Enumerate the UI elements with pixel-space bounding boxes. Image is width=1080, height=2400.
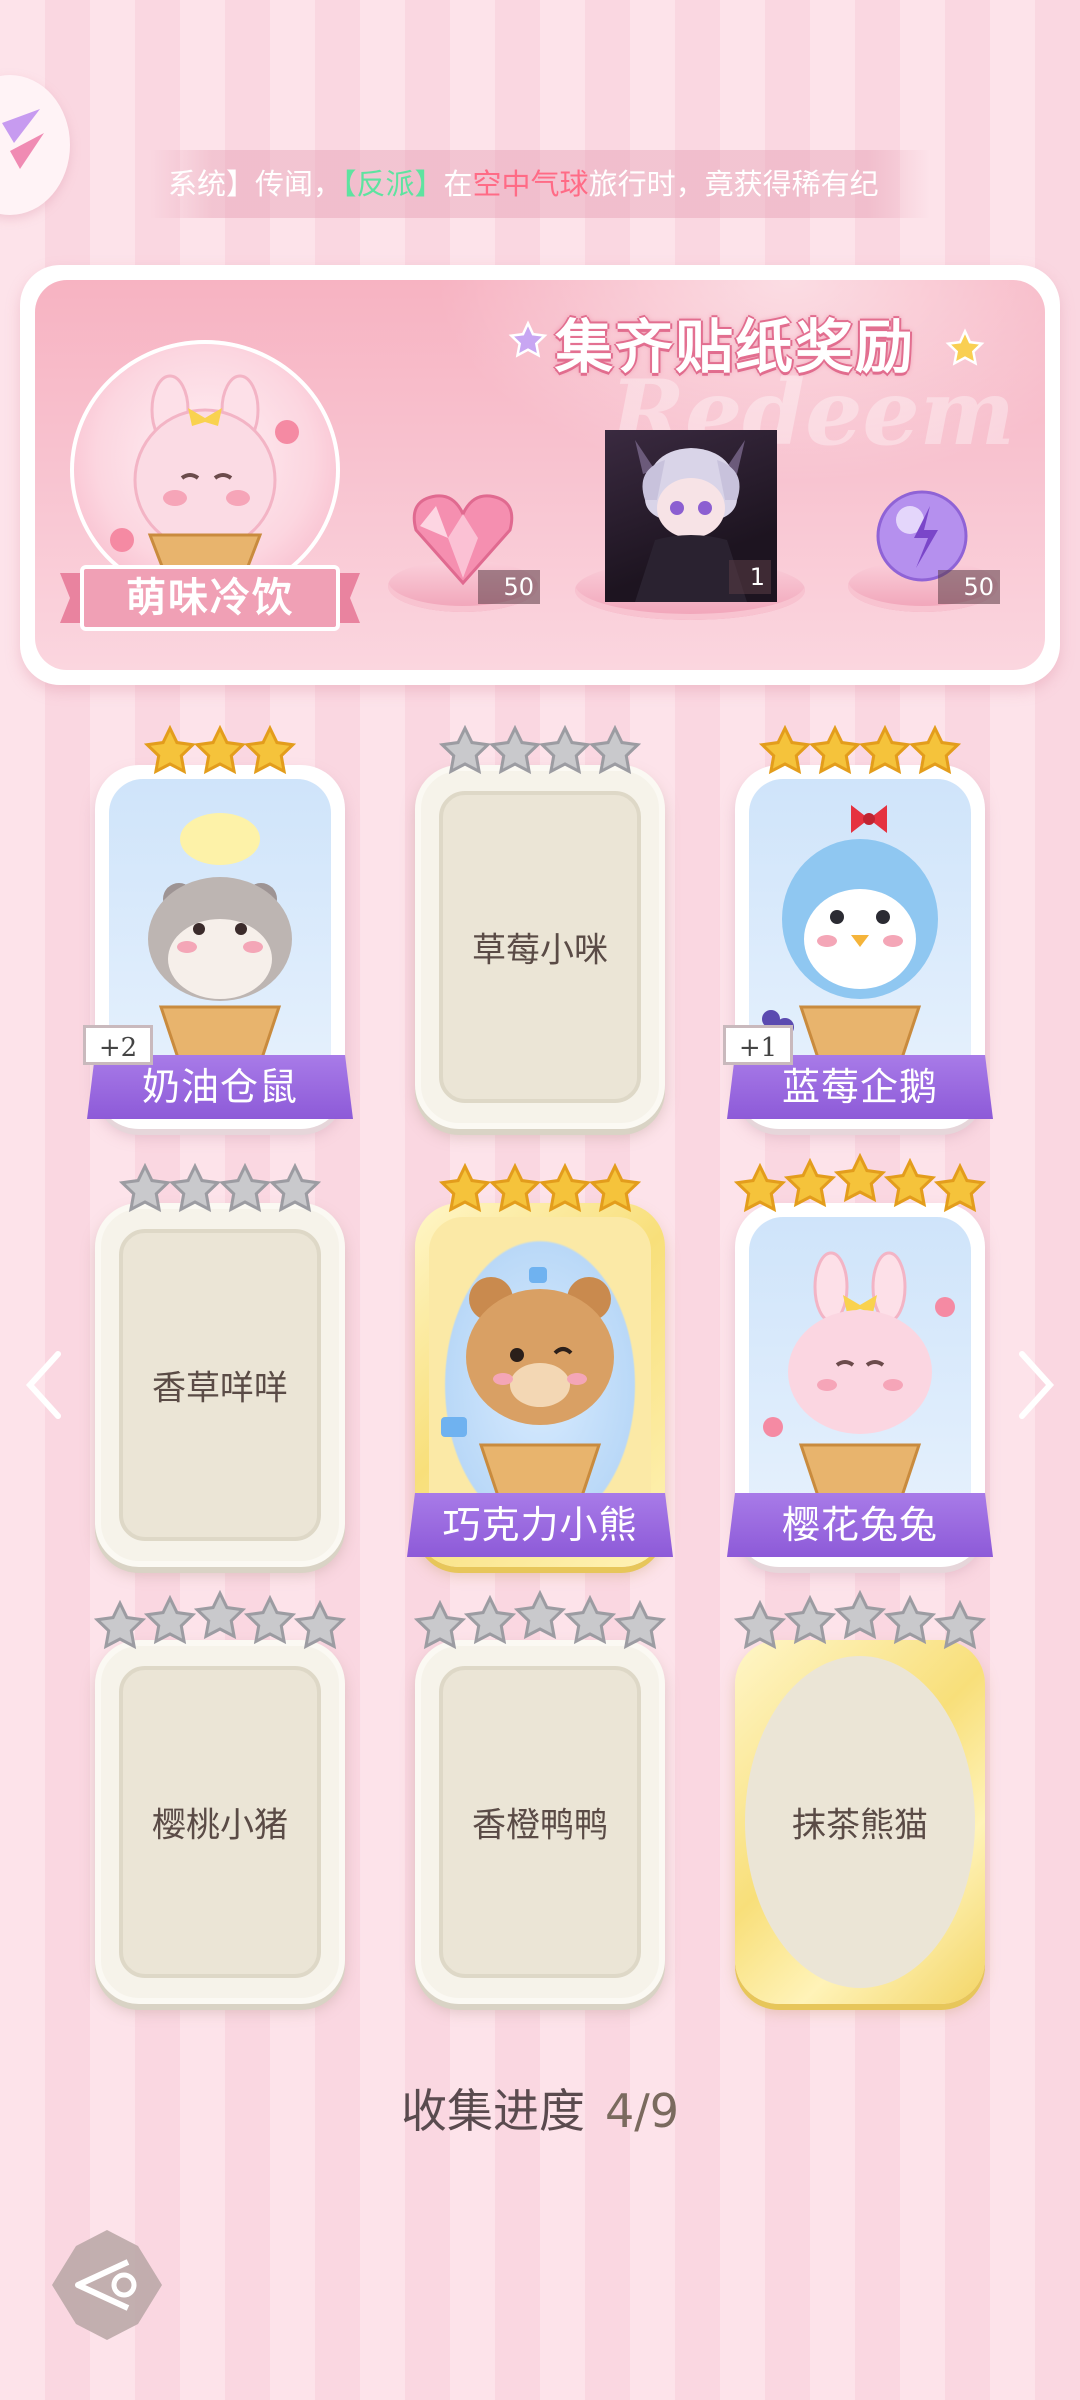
- rating-star-icon: [834, 1590, 886, 1640]
- sticker-card[interactable]: 香草咩咩: [95, 1203, 345, 1567]
- rating-star-icon: [514, 1590, 566, 1640]
- rating-star-icon: [539, 1163, 591, 1213]
- announcement-suffix: 旅行时，竟获得稀有纪: [588, 167, 879, 201]
- reward-count: 50: [478, 570, 540, 604]
- sticker-name: 巧克力小熊: [442, 1503, 638, 1547]
- rating-star-icon: [439, 1163, 491, 1213]
- sticker-card[interactable]: 奶油仓鼠 +2: [83, 765, 353, 1129]
- progress-value: 4/9: [604, 2084, 680, 2138]
- rating-star-icon: [294, 1600, 346, 1650]
- rating-star-icon: [859, 725, 911, 775]
- sticker-card[interactable]: 巧克力小熊: [407, 1203, 673, 1567]
- sticker-name: 抹茶熊猫: [792, 1805, 928, 1846]
- rating-star-icon: [219, 1163, 271, 1213]
- collection-progress: 收集进度 4/9: [0, 2075, 1080, 2141]
- duplicate-count-badge: +2: [83, 1025, 153, 1065]
- locked-sticker-frame: 樱桃小猪: [95, 1640, 345, 2004]
- rating-star-icon: [884, 1595, 936, 1645]
- rating-star-icon: [734, 1163, 786, 1213]
- rating-star-icon: [169, 1163, 221, 1213]
- sticker-card[interactable]: 樱花兔兔: [727, 1203, 993, 1567]
- locked-sticker-frame: 香草咩咩: [95, 1203, 345, 1567]
- duplicate-count-badge: +1: [723, 1025, 793, 1065]
- rating-star-icon: [884, 1158, 936, 1208]
- theme-name: 萌味冷饮: [126, 574, 294, 621]
- sticker-card[interactable]: 草莓小咪: [415, 765, 665, 1129]
- yellow-star-icon: [945, 328, 985, 366]
- sticker-name: 香橙鸭鸭: [472, 1805, 608, 1846]
- rating-star-icon: [539, 725, 591, 775]
- panel-title: 集齐贴纸奖励: [555, 313, 916, 381]
- rating-star-icon: [464, 1595, 516, 1645]
- announcement-faction: 【反派】: [342, 167, 444, 201]
- announcement-place: 空中气球: [472, 167, 589, 201]
- rating-star-icon: [244, 1595, 296, 1645]
- rating-star-icon: [589, 1163, 641, 1213]
- rating-star-icon: [269, 1163, 321, 1213]
- progress-label: 收集进度: [400, 2084, 585, 2138]
- announcement-marquee: 系统】传闻，【反派】在空中气球旅行时，竟获得稀有纪: [150, 150, 930, 218]
- rating-star-icon: [809, 725, 861, 775]
- sticker-name: 樱花兔兔: [781, 1503, 938, 1547]
- rating-star-icon: [144, 725, 196, 775]
- rating-star-icon: [834, 1153, 886, 1203]
- rating-star-icon: [489, 1163, 541, 1213]
- corner-menu-button[interactable]: [0, 75, 70, 215]
- rating-star-icon: [94, 1600, 146, 1650]
- reward-count: 50: [938, 570, 1000, 604]
- rating-star-icon: [734, 1600, 786, 1650]
- locked-sticker-frame: 草莓小咪: [415, 765, 665, 1129]
- rating-star-icon: [439, 725, 491, 775]
- sticker-name-banner: 巧克力小熊: [407, 1493, 673, 1557]
- rating-star-icon: [119, 1163, 171, 1213]
- pinwheel-icon: [2, 109, 44, 169]
- character-avatar[interactable]: 1: [605, 430, 777, 602]
- rating-star-icon: [489, 725, 541, 775]
- chevron-right-icon[interactable]: [1016, 1350, 1056, 1420]
- back-button[interactable]: [48, 2226, 166, 2344]
- sticker-name: 蓝莓企鹅: [781, 1065, 938, 1109]
- rating-star-icon: [589, 725, 641, 775]
- rating-star-icon: [934, 1600, 986, 1650]
- sticker-name: 香草咩咩: [152, 1368, 288, 1409]
- chevron-left-icon[interactable]: [24, 1350, 64, 1420]
- rating-star-icon: [144, 1595, 196, 1645]
- sticker-name-banner: 樱花兔兔: [727, 1493, 993, 1557]
- sticker-name: 奶油仓鼠: [141, 1065, 298, 1109]
- rating-star-icon: [784, 1595, 836, 1645]
- locked-sticker-frame: 香橙鸭鸭: [415, 1640, 665, 2004]
- bunny-ice-cream-icon: [110, 374, 299, 602]
- sticker-card[interactable]: 樱桃小猪: [95, 1640, 345, 2004]
- announcement-mid: 在: [443, 167, 473, 201]
- sticker-card[interactable]: 蓝莓企鹅 +1: [723, 765, 993, 1129]
- announcement-prefix: 系统】传闻，: [168, 167, 343, 201]
- sticker-name: 樱桃小猪: [152, 1805, 288, 1846]
- sticker-card[interactable]: 抹茶熊猫: [735, 1640, 985, 2004]
- reward-count: 1: [729, 560, 771, 594]
- rating-star-icon: [909, 725, 961, 775]
- locked-gold-sticker-frame: 抹茶熊猫: [735, 1640, 985, 2004]
- rating-star-icon: [614, 1600, 666, 1650]
- rating-star-icon: [244, 725, 296, 775]
- rating-star-icon: [934, 1163, 986, 1213]
- rating-star-icon: [194, 1590, 246, 1640]
- rating-star-icon: [759, 725, 811, 775]
- rating-star-icon: [194, 725, 246, 775]
- purple-star-icon: [508, 320, 548, 358]
- rating-star-icon: [564, 1595, 616, 1645]
- theme-badge[interactable]: [70, 340, 340, 602]
- sticker-name: 草莓小咪: [472, 930, 608, 971]
- rating-star-icon: [784, 1158, 836, 1208]
- rating-star-icon: [414, 1600, 466, 1650]
- sticker-card[interactable]: 香橙鸭鸭: [415, 1640, 665, 2004]
